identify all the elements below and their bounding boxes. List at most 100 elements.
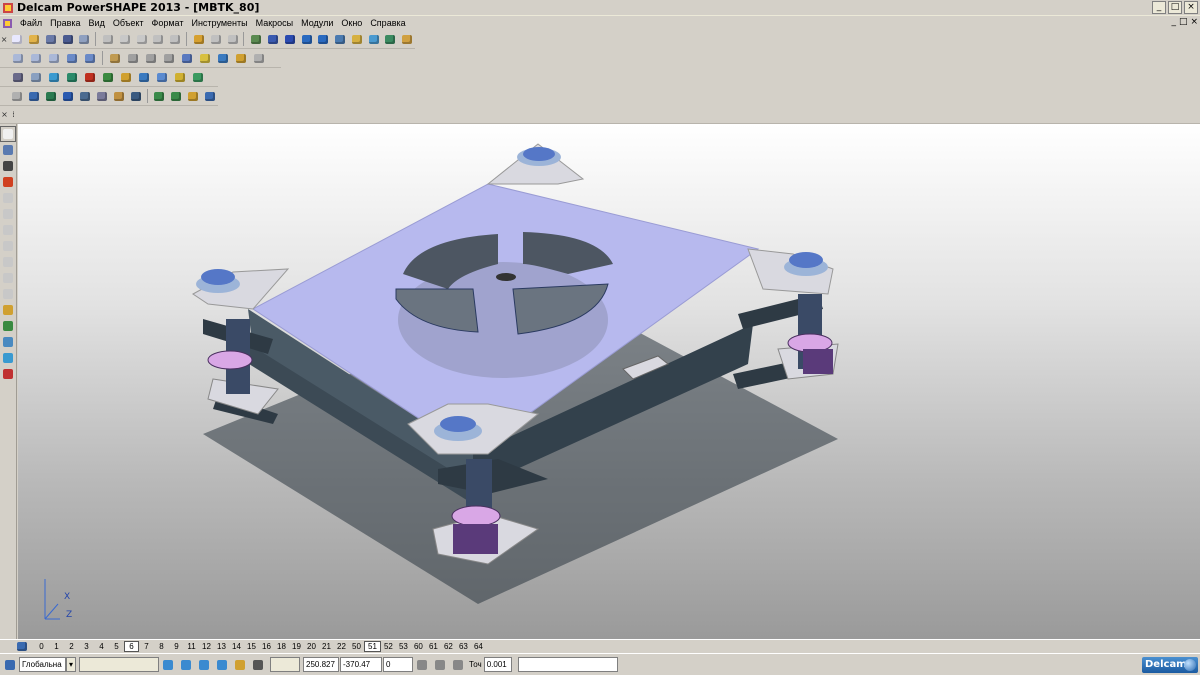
fillet-icon[interactable] bbox=[172, 70, 188, 85]
disabled-tool-3-icon[interactable] bbox=[1, 223, 15, 237]
disabled-tool-2-icon[interactable] bbox=[1, 207, 15, 221]
close-button[interactable]: × bbox=[1184, 1, 1198, 14]
level-7[interactable]: 7 bbox=[139, 642, 154, 651]
level-15[interactable]: 15 bbox=[244, 642, 259, 651]
view-top-icon[interactable] bbox=[10, 51, 26, 66]
open-icon[interactable] bbox=[26, 32, 41, 47]
workplane-dropdown-icon[interactable]: ▾ bbox=[66, 657, 76, 672]
level-13[interactable]: 13 bbox=[214, 642, 229, 651]
disabled-tool-7-icon[interactable] bbox=[1, 287, 15, 301]
menu-window[interactable]: Окно bbox=[337, 18, 366, 28]
workplane-select[interactable]: Глобальна bbox=[19, 657, 66, 672]
coord-x-field[interactable]: 250.827 bbox=[303, 657, 339, 672]
level-9[interactable]: 9 bbox=[169, 642, 184, 651]
view-iso2-icon[interactable] bbox=[82, 51, 98, 66]
smartpick-icon[interactable] bbox=[161, 658, 175, 672]
menu-modules[interactable]: Модули bbox=[297, 18, 337, 28]
level-14[interactable]: 14 bbox=[229, 642, 244, 651]
solid-icon[interactable] bbox=[366, 32, 381, 47]
surface-icon[interactable] bbox=[349, 32, 364, 47]
sphere-icon[interactable] bbox=[64, 70, 80, 85]
split-icon[interactable] bbox=[111, 89, 126, 104]
level-16[interactable]: 16 bbox=[259, 642, 274, 651]
level-8[interactable]: 8 bbox=[154, 642, 169, 651]
levels-icon[interactable] bbox=[14, 639, 30, 654]
erase-icon[interactable] bbox=[167, 32, 182, 47]
level-50[interactable]: 50 bbox=[349, 642, 364, 651]
select-arrow-icon[interactable] bbox=[0, 126, 16, 142]
disabled-tool-6-icon[interactable] bbox=[1, 271, 15, 285]
select-icon[interactable] bbox=[248, 32, 263, 47]
hand-icon[interactable] bbox=[251, 51, 267, 66]
blend-icon[interactable] bbox=[185, 89, 200, 104]
level-4[interactable]: 4 bbox=[94, 642, 109, 651]
paste-icon[interactable] bbox=[134, 32, 149, 47]
block-icon[interactable] bbox=[118, 70, 134, 85]
new-icon[interactable] bbox=[9, 32, 24, 47]
level-20[interactable]: 20 bbox=[304, 642, 319, 651]
point-icon[interactable] bbox=[1, 159, 15, 173]
rotate-icon[interactable] bbox=[125, 51, 141, 66]
level-53[interactable]: 53 bbox=[396, 642, 411, 651]
cylinder-icon[interactable] bbox=[136, 70, 152, 85]
disabled-tool-1-icon[interactable] bbox=[1, 191, 15, 205]
menu-help[interactable]: Справка bbox=[366, 18, 409, 28]
red-sphere-icon[interactable] bbox=[82, 70, 98, 85]
level-22[interactable]: 22 bbox=[334, 642, 349, 651]
level-61[interactable]: 61 bbox=[426, 642, 441, 651]
coord-z-field[interactable]: 0 bbox=[383, 657, 413, 672]
level-11[interactable]: 11 bbox=[184, 642, 199, 651]
level-1[interactable]: 1 bbox=[49, 642, 64, 651]
menu-file[interactable]: Файл bbox=[16, 18, 46, 28]
level-19[interactable]: 19 bbox=[289, 642, 304, 651]
save-icon[interactable] bbox=[43, 32, 58, 47]
cut-icon[interactable] bbox=[100, 32, 115, 47]
coordinate-mode-icon[interactable] bbox=[433, 658, 447, 672]
level-52[interactable]: 52 bbox=[381, 642, 396, 651]
disabled-tool-4-icon[interactable] bbox=[1, 239, 15, 253]
zoom-fit-icon[interactable] bbox=[179, 51, 195, 66]
tools-icon[interactable] bbox=[399, 32, 414, 47]
wireframe-icon[interactable] bbox=[215, 51, 231, 66]
toolbar-handle[interactable] bbox=[0, 51, 9, 66]
edge-icon[interactable] bbox=[46, 70, 62, 85]
level-60[interactable]: 60 bbox=[411, 642, 426, 651]
workplane-icon[interactable] bbox=[265, 32, 280, 47]
save-disk-icon[interactable] bbox=[60, 32, 75, 47]
coord-y-field[interactable]: -370.47 bbox=[340, 657, 382, 672]
material-select[interactable] bbox=[79, 657, 159, 672]
curve-icon[interactable] bbox=[315, 32, 330, 47]
text-icon[interactable] bbox=[332, 32, 347, 47]
view-iso-icon[interactable] bbox=[64, 51, 80, 66]
view-side-icon[interactable] bbox=[46, 51, 62, 66]
menu-view[interactable]: Вид bbox=[85, 18, 109, 28]
cone-icon[interactable] bbox=[100, 70, 116, 85]
shaded-icon[interactable] bbox=[197, 51, 213, 66]
tolerance-field[interactable]: 0.001 bbox=[483, 657, 512, 672]
undo-icon[interactable] bbox=[191, 32, 206, 47]
drive-curve-icon[interactable] bbox=[77, 89, 92, 104]
toolbar-close-icon[interactable]: × bbox=[0, 107, 9, 122]
level-0[interactable]: 0 bbox=[34, 642, 49, 651]
document-props-icon[interactable] bbox=[28, 70, 44, 85]
line-icon[interactable] bbox=[282, 32, 297, 47]
level-18[interactable]: 18 bbox=[274, 642, 289, 651]
lights-icon[interactable] bbox=[233, 51, 249, 66]
toolbar-handle[interactable] bbox=[0, 89, 8, 104]
doc-minimize-button[interactable]: _ bbox=[1171, 17, 1176, 27]
menu-object[interactable]: Объект bbox=[109, 18, 148, 28]
level-63[interactable]: 63 bbox=[456, 642, 471, 651]
cube-icon[interactable] bbox=[94, 89, 109, 104]
zoom-out-icon[interactable] bbox=[161, 51, 177, 66]
toolbar-handle[interactable]: × bbox=[0, 32, 8, 47]
mesh-tool-icon[interactable] bbox=[1, 319, 15, 333]
repeat-icon[interactable] bbox=[225, 32, 240, 47]
command-field[interactable] bbox=[517, 657, 618, 672]
level-64[interactable]: 64 bbox=[471, 642, 486, 651]
boolean-icon[interactable] bbox=[154, 70, 170, 85]
redo-icon[interactable] bbox=[208, 32, 223, 47]
snap-icon[interactable] bbox=[197, 658, 211, 672]
quick-select-icon[interactable] bbox=[1, 143, 15, 157]
menu-edit[interactable]: Правка bbox=[46, 18, 84, 28]
level-62[interactable]: 62 bbox=[441, 642, 456, 651]
